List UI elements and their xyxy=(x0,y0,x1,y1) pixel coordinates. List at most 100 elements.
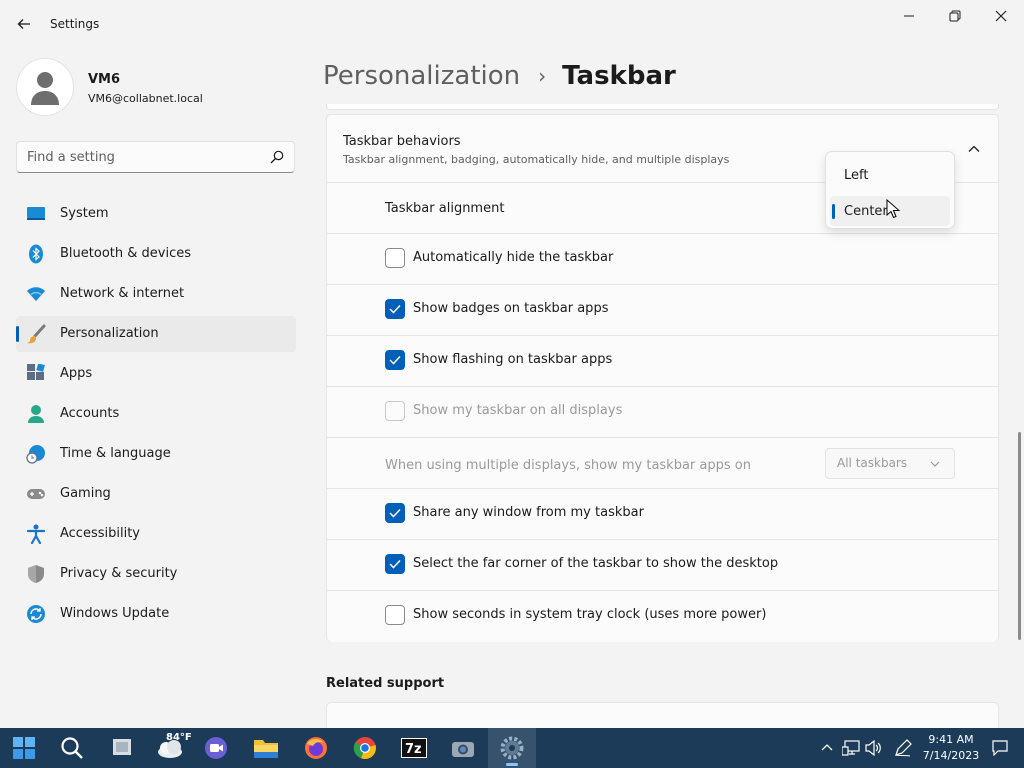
multi-display-label: When using multiple displays, show my ta… xyxy=(385,458,751,473)
option-label: Show flashing on taskbar apps xyxy=(413,352,613,367)
breadcrumb: Personalization › Taskbar xyxy=(323,58,676,94)
show-desktop-checkbox[interactable] xyxy=(385,554,405,574)
search-icon[interactable] xyxy=(270,150,284,164)
option-row[interactable]: Automatically hide the taskbar xyxy=(327,234,998,285)
chevron-up-icon xyxy=(821,744,833,751)
sidebar-item-personalization[interactable]: Personalization xyxy=(16,316,296,352)
firefox-icon xyxy=(305,737,327,759)
app-title: Settings xyxy=(50,17,100,31)
pen-tray-button[interactable] xyxy=(893,738,913,758)
sidebar-nav: System Bluetooth & devices Network & int… xyxy=(16,196,296,636)
auto-hide-checkbox[interactable] xyxy=(385,248,405,268)
minimize-button[interactable] xyxy=(886,0,932,32)
sidebar-item-windows-update[interactable]: Windows Update xyxy=(16,596,296,632)
checkmark-icon xyxy=(389,559,401,569)
option-row[interactable]: Show seconds in system tray clock (uses … xyxy=(327,591,998,642)
show-seconds-checkbox[interactable] xyxy=(385,605,405,625)
option-row[interactable]: Select the far corner of the taskbar to … xyxy=(327,540,998,591)
back-arrow-icon xyxy=(17,19,30,29)
taskbar-clock[interactable]: 9:41 AM 7/14/2023 xyxy=(916,732,986,764)
option-row[interactable]: Show flashing on taskbar apps xyxy=(327,336,998,387)
option-row: Show my taskbar on all displays xyxy=(327,387,998,438)
camera-icon xyxy=(452,742,474,757)
clock-date: 7/14/2023 xyxy=(922,749,980,762)
sidebar-item-privacy[interactable]: Privacy & security xyxy=(16,556,296,592)
multi-display-row: When using multiple displays, show my ta… xyxy=(327,438,998,489)
multi-display-value: All taskbars xyxy=(837,456,908,470)
sidebar-item-label: Personalization xyxy=(60,326,159,341)
chrome-app[interactable] xyxy=(341,728,389,768)
option-label: Show my taskbar on all displays xyxy=(413,403,623,418)
option-label: Show badges on taskbar apps xyxy=(413,301,609,316)
bluetooth-icon xyxy=(26,244,46,264)
file-explorer-icon xyxy=(254,740,278,758)
share-window-checkbox[interactable] xyxy=(385,503,405,523)
taskbar-search-button[interactable] xyxy=(48,728,96,768)
user-profile[interactable]: VM6 VM6@collabnet.local xyxy=(16,58,296,118)
chevron-up-icon[interactable] xyxy=(967,142,981,156)
volume-icon xyxy=(865,740,881,756)
accessibility-icon xyxy=(26,524,46,544)
sidebar-item-label: System xyxy=(60,206,109,221)
restore-button[interactable] xyxy=(932,0,978,32)
profile-name: VM6 xyxy=(88,72,121,87)
sidebar-item-accounts[interactable]: Accounts xyxy=(16,396,296,432)
network-tray-button[interactable] xyxy=(841,738,861,758)
user-avatar-icon xyxy=(31,72,59,105)
camera-app[interactable] xyxy=(439,728,487,768)
weather-widget[interactable]: 84°F xyxy=(146,728,194,768)
scrollbar-thumb[interactable] xyxy=(1018,432,1021,640)
close-icon xyxy=(995,10,1007,22)
alignment-option-left[interactable]: Left xyxy=(830,160,950,190)
page-title: Taskbar xyxy=(562,61,676,91)
related-support-title: Related support xyxy=(326,676,445,691)
volume-tray-button[interactable] xyxy=(864,738,884,758)
sidebar-item-bluetooth[interactable]: Bluetooth & devices xyxy=(16,236,296,272)
back-button[interactable] xyxy=(12,12,36,36)
sidebar-item-network[interactable]: Network & internet xyxy=(16,276,296,312)
close-button[interactable] xyxy=(978,0,1024,32)
sidebar-item-system[interactable]: System xyxy=(16,196,296,232)
profile-email: VM6@collabnet.local xyxy=(88,92,203,105)
search-icon xyxy=(61,737,83,759)
start-button[interactable] xyxy=(0,728,48,768)
breadcrumb-parent[interactable]: Personalization xyxy=(323,61,520,91)
sidebar-item-label: Gaming xyxy=(60,486,111,501)
breadcrumb-separator: › xyxy=(538,64,547,88)
search-input[interactable] xyxy=(17,142,257,172)
sidebar-item-time-language[interactable]: Time & language xyxy=(16,436,296,472)
option-row[interactable]: Show badges on taskbar apps xyxy=(327,285,998,336)
weather-temperature: 84°F xyxy=(166,732,192,743)
previous-card-edge xyxy=(326,104,999,110)
start-icon xyxy=(13,737,35,759)
badges-checkbox[interactable] xyxy=(385,299,405,319)
sidebar-item-label: Network & internet xyxy=(60,286,185,301)
section-subtitle: Taskbar alignment, badging, automaticall… xyxy=(343,153,730,166)
sidebar-item-label: Accounts xyxy=(60,406,120,421)
sidebar-item-gaming[interactable]: Gaming xyxy=(16,476,296,512)
gamepad-icon xyxy=(26,484,46,504)
task-view-button[interactable] xyxy=(98,728,146,768)
network-icon xyxy=(842,740,860,756)
settings-app[interactable] xyxy=(488,728,536,768)
firefox-app[interactable] xyxy=(292,728,340,768)
option-row[interactable]: Share any window from my taskbar xyxy=(327,489,998,540)
meet-app[interactable] xyxy=(192,728,240,768)
avatar xyxy=(16,58,74,116)
flashing-checkbox[interactable] xyxy=(385,350,405,370)
option-label: Show seconds in system tray clock (uses … xyxy=(413,607,767,622)
show-hidden-icons-button[interactable] xyxy=(817,738,837,758)
accounts-icon xyxy=(26,404,46,424)
7zip-app[interactable]: 7z xyxy=(390,728,438,768)
sidebar-item-accessibility[interactable]: Accessibility xyxy=(16,516,296,552)
file-explorer-app[interactable] xyxy=(242,728,290,768)
meet-icon xyxy=(205,737,227,759)
restore-icon xyxy=(949,10,961,22)
sidebar-item-apps[interactable]: Apps xyxy=(16,356,296,392)
notifications-button[interactable] xyxy=(990,738,1010,758)
search-box[interactable] xyxy=(16,141,295,173)
section-title: Taskbar behaviors xyxy=(343,134,461,149)
apps-icon xyxy=(26,364,46,384)
task-view-icon xyxy=(113,739,131,755)
svg-text:7z: 7z xyxy=(405,742,422,757)
